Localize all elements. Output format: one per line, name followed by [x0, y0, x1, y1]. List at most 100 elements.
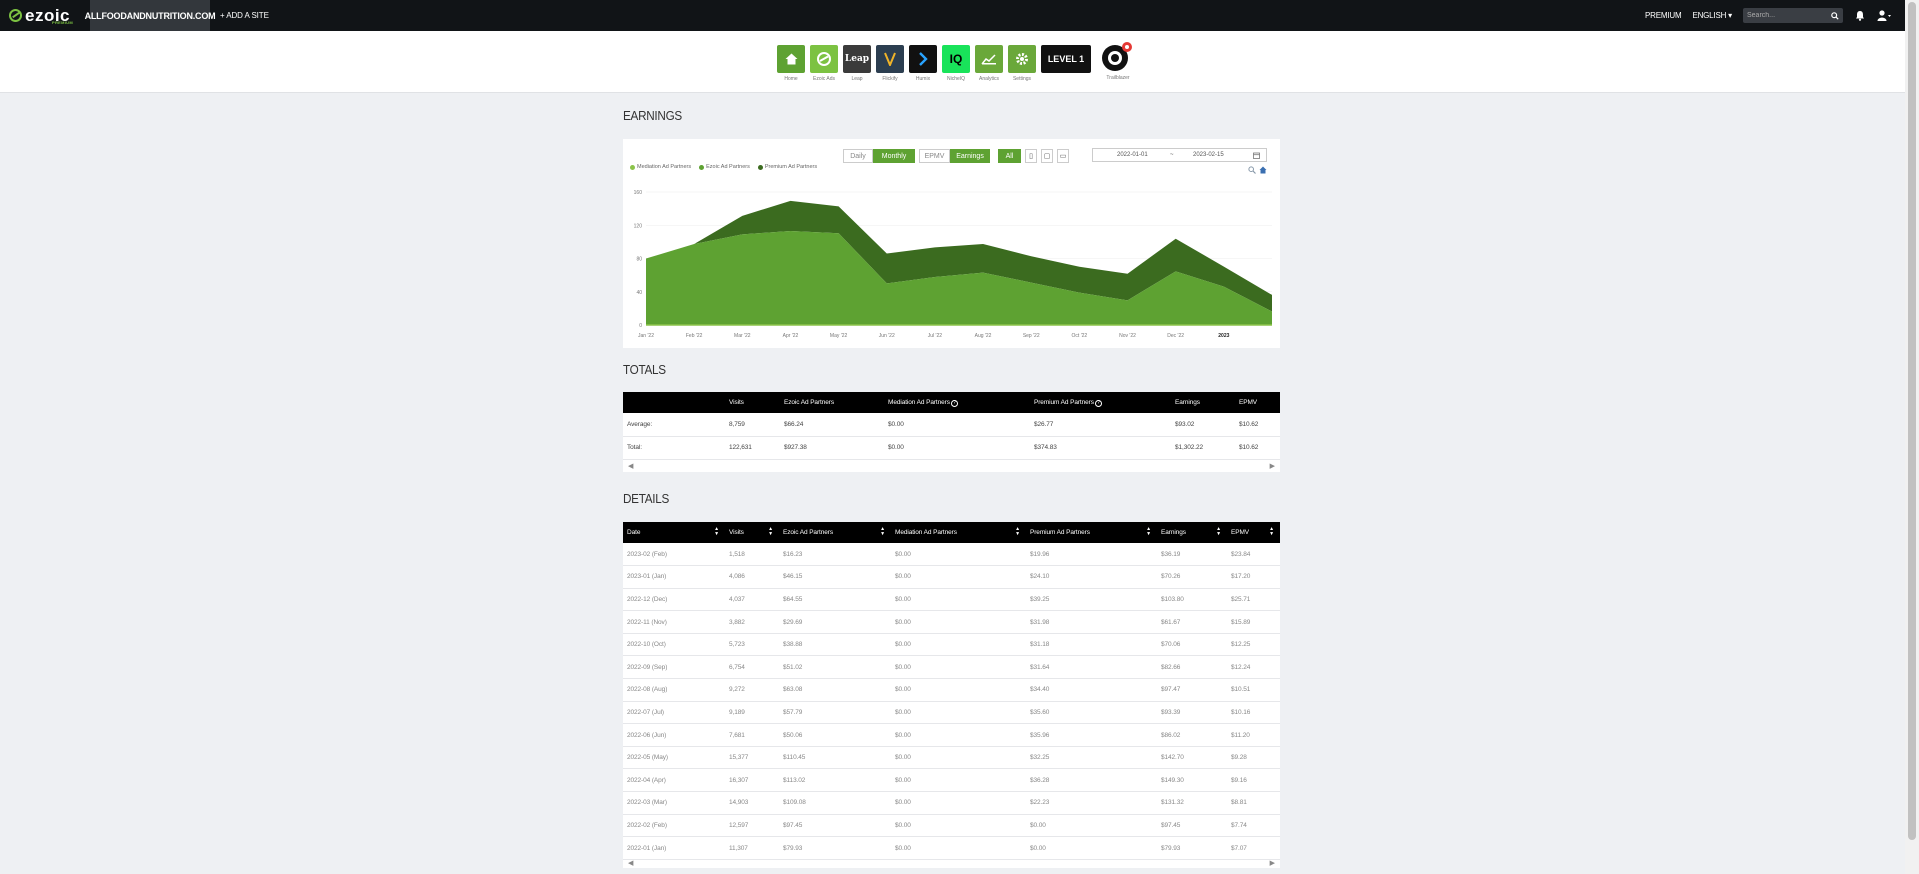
app-label: Trailblazer	[1106, 75, 1130, 81]
sort-icon[interactable]: ▲ ▼	[1216, 527, 1221, 537]
scroll-left-icon[interactable]: ◀	[628, 462, 633, 470]
app-flickify[interactable]: Flickify	[876, 45, 904, 82]
x-tick-label: Aug '22	[975, 333, 992, 339]
table-cell: 16,307	[725, 768, 779, 793]
table-row: Average: 8,759 $66.24 $0.00 $26.77 $93.02 $10.…	[623, 413, 1280, 437]
table-cell: $70.06	[1157, 633, 1227, 657]
app-ezoic-ads[interactable]: Ezoic Ads	[810, 45, 838, 82]
table-cell: $374.83	[1030, 436, 1171, 460]
table-cell: $12.24	[1227, 655, 1280, 680]
trailblazer-icon	[1101, 41, 1135, 75]
x-tick-label: May '22	[830, 333, 848, 339]
table-cell: $70.26	[1157, 565, 1227, 589]
column-header-label: EPMV	[1239, 399, 1258, 406]
scroll-right-icon[interactable]: ▶	[1270, 859, 1275, 867]
earnings-area-chart: 0 40 80 120 160 Jan '22 Feb '22 Mar '22 Apr '22 M…	[634, 190, 1272, 339]
table-cell: $10.51	[1227, 678, 1280, 702]
add-site-link[interactable]: + ADD A SITE	[220, 11, 269, 20]
column-header-label: Earnings	[1161, 529, 1186, 536]
ezoic-ads-icon	[810, 45, 838, 73]
table-cell: $16.23	[779, 543, 891, 567]
scroll-left-icon[interactable]: ◀	[628, 859, 633, 867]
search-input[interactable]	[1747, 12, 1827, 19]
table-cell: 2022-06 (Jun)	[623, 723, 725, 747]
column-header[interactable]: Premium Ad Partners ▲ ▼	[1026, 522, 1157, 543]
logo-subtext: PREMIUM	[52, 20, 73, 25]
column-header-label: Mediation Ad Partners	[888, 398, 950, 406]
table-cell: 1,518	[725, 543, 779, 567]
sort-icon[interactable]: ▲ ▼	[880, 527, 885, 537]
table-cell: $66.24	[780, 413, 884, 437]
table-cell: $23.84	[1227, 543, 1280, 567]
table-cell: $22.23	[1026, 791, 1157, 815]
table-cell: $103.80	[1157, 588, 1227, 612]
site-selector[interactable]: ALLFOODANDNUTRITION.COM	[85, 0, 216, 31]
table-cell: 11,307	[725, 836, 779, 860]
y-tick-label: 160	[634, 190, 643, 196]
table-cell: $19.96	[1026, 543, 1157, 567]
column-header-label: Visits	[729, 399, 744, 406]
help-icon[interactable]: ?	[950, 399, 958, 407]
app-leap[interactable]: Leap Leap	[843, 45, 871, 82]
sort-icon[interactable]: ▲ ▼	[1015, 527, 1020, 537]
details-horizontal-scrollbar[interactable]: ◀ ▶	[623, 859, 1280, 868]
table-cell: $64.55	[779, 588, 891, 612]
scroll-right-icon[interactable]: ▶	[1270, 462, 1275, 470]
column-header[interactable]: Mediation Ad Partners ▲ ▼	[891, 522, 1026, 543]
page-scrollbar[interactable]	[1905, 0, 1919, 874]
app-level[interactable]: LEVEL 1	[1041, 45, 1091, 76]
table-cell: $0.00	[891, 543, 1026, 567]
column-header[interactable]: Ezoic Ad Partners ▲ ▼	[779, 522, 891, 543]
bell-icon[interactable]	[1855, 10, 1865, 21]
column-header[interactable]: EPMV ▲ ▼	[1227, 522, 1280, 543]
table-cell: $10.62	[1235, 413, 1280, 437]
app-trailblazer[interactable]: Trailblazer	[1101, 42, 1135, 81]
column-header-label: Earnings	[1175, 399, 1200, 406]
sort-icon[interactable]: ▲ ▼	[714, 527, 719, 537]
search-icon[interactable]	[1831, 11, 1839, 20]
table-cell: 8,759	[725, 413, 780, 437]
table-cell: 2022-04 (Apr)	[623, 768, 725, 793]
table-row: 2022-05 (May) 15,377 $110.45 $0.00 $32.25 $14…	[623, 746, 1280, 770]
totals-horizontal-scrollbar[interactable]: ◀ ▶	[623, 459, 1280, 472]
table-row: 2022-11 (Nov) 3,882 $29.69 $0.00 $31.98 $61.6…	[623, 610, 1280, 634]
ezoic-logo[interactable]: ezoic PREMIUM	[0, 0, 90, 31]
column-header[interactable]: Earnings ▲ ▼	[1157, 522, 1227, 543]
column-header[interactable]: Date ▲ ▼	[623, 522, 725, 543]
table-cell: $26.77	[1030, 413, 1171, 437]
table-row: Total: 122,631 $927.38 $0.00 $374.83 $1,302.2…	[623, 436, 1280, 460]
table-cell: $142.70	[1157, 746, 1227, 770]
table-cell: $9.28	[1227, 746, 1280, 770]
app-label: Leap	[851, 76, 863, 82]
table-cell: $97.45	[1157, 814, 1227, 838]
column-header-label: Date	[627, 529, 641, 536]
user-icon[interactable]	[1877, 10, 1891, 21]
column-header	[623, 392, 725, 413]
leap-icon: Leap	[843, 45, 871, 73]
app-humix[interactable]: Humix	[909, 45, 937, 82]
language-dropdown[interactable]: ENGLISH ▾	[1692, 11, 1732, 20]
search-box[interactable]	[1743, 8, 1843, 23]
help-icon[interactable]: ?	[1094, 399, 1102, 407]
column-header[interactable]: Visits ▲ ▼	[725, 522, 779, 543]
sort-icon[interactable]: ▲ ▼	[768, 527, 773, 537]
sort-icon[interactable]: ▲ ▼	[1146, 527, 1151, 537]
table-cell: $86.02	[1157, 723, 1227, 747]
table-cell: $0.00	[891, 655, 1026, 680]
table-cell: $149.30	[1157, 768, 1227, 793]
app-home[interactable]: Home	[777, 45, 805, 82]
app-bar: Home Ezoic Ads Leap Leap Flickify Humix IQ Nich…	[0, 31, 1905, 93]
table-cell: $7.07	[1227, 836, 1280, 860]
premium-link[interactable]: PREMIUM	[1645, 11, 1682, 20]
column-header-label: Premium Ad Partners	[1034, 398, 1094, 406]
settings-icon	[1008, 45, 1036, 73]
app-nicheiq[interactable]: IQ NicheIQ	[942, 45, 970, 82]
table-cell: $97.45	[779, 814, 891, 838]
page-scrollbar-thumb[interactable]	[1908, 2, 1916, 840]
table-cell: $35.60	[1026, 701, 1157, 725]
app-settings[interactable]: Settings	[1008, 45, 1036, 82]
column-header: EPMV	[1235, 392, 1280, 413]
app-analytics[interactable]: Analytics	[975, 45, 1003, 82]
sort-icon[interactable]: ▲ ▼	[1269, 527, 1274, 537]
table-cell: $93.39	[1157, 701, 1227, 725]
